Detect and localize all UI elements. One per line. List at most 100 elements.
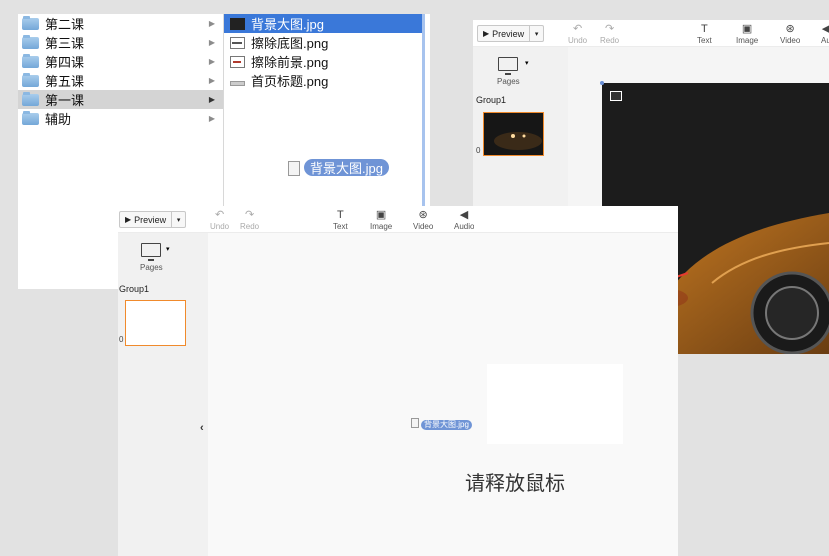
chevron-right-icon: ▶ bbox=[208, 76, 215, 85]
file-icon bbox=[230, 36, 245, 49]
editor-window-front: ▶ Preview ▾ ↶ Undo ↷ Redo T Text ▣ Image ⊛ Vide… bbox=[118, 206, 678, 556]
pages-button[interactable]: Pages bbox=[497, 57, 520, 86]
file-icon bbox=[230, 17, 245, 30]
chevron-down-icon[interactable]: ▾ bbox=[525, 59, 529, 67]
image-icon bbox=[610, 91, 622, 101]
chevron-left-icon[interactable]: ‹ bbox=[200, 422, 204, 434]
audio-label: Audio bbox=[821, 36, 829, 45]
folder-item[interactable]: 辅助 ▶ bbox=[18, 109, 223, 128]
text-tool-button[interactable]: T Text bbox=[697, 23, 712, 45]
preview-label: Preview bbox=[492, 28, 525, 39]
redo-label: Redo bbox=[240, 222, 260, 231]
folder-label: 辅助 bbox=[45, 112, 72, 127]
drag-ghost: 背景大图.jpg bbox=[411, 414, 472, 432]
toolbar: ▶ Preview ▾ ↶ Undo ↷ Redo T Text ▣ Image ⊛ Vide… bbox=[118, 206, 678, 233]
redo-button[interactable]: ↷ Redo bbox=[600, 23, 619, 45]
group-label[interactable]: Group1 bbox=[476, 95, 506, 105]
chevron-down-icon[interactable]: ▾ bbox=[166, 245, 170, 253]
audio-tool-button[interactable]: ◀Audio bbox=[821, 23, 829, 45]
folder-icon bbox=[22, 15, 39, 30]
chevron-right-icon: ▶ bbox=[208, 38, 215, 47]
file-item[interactable]: 首页标题.png bbox=[224, 71, 430, 90]
release-hint-text: 请释放鼠标 bbox=[465, 473, 565, 495]
image-label: Image bbox=[736, 36, 759, 45]
group-label[interactable]: Group1 bbox=[119, 284, 149, 294]
redo-icon: ↷ bbox=[244, 209, 255, 221]
folder-label: 第三课 bbox=[45, 36, 85, 51]
audio-label: Audio bbox=[454, 222, 474, 231]
redo-button[interactable]: ↷ Redo bbox=[240, 209, 259, 231]
chevron-down-icon[interactable]: ▾ bbox=[529, 26, 543, 41]
file-label: 背景大图.jpg bbox=[251, 17, 324, 32]
file-item[interactable]: 擦除前景.png bbox=[224, 52, 430, 71]
audio-icon: ◀ bbox=[821, 23, 829, 35]
page-thumbnail[interactable] bbox=[483, 112, 544, 156]
drag-ghost: 背景大图.jpg bbox=[288, 159, 389, 178]
image-tool-button[interactable]: ▣ Image bbox=[736, 23, 758, 45]
file-icon bbox=[230, 81, 245, 86]
folder-item-selected[interactable]: 第一课 ▶ bbox=[18, 90, 223, 109]
car-thumbnail-image bbox=[484, 113, 543, 155]
drop-target[interactable] bbox=[487, 364, 623, 444]
play-icon: ▶ bbox=[125, 215, 132, 224]
file-label: 首页标题.png bbox=[251, 74, 329, 89]
toolbar: ▶ Preview ▾ ↶ Undo ↷ Redo T Text ▣ Image ⊛ Vide… bbox=[473, 20, 829, 47]
thumb-number: 0 bbox=[476, 146, 481, 155]
image-icon: ▣ bbox=[741, 23, 753, 35]
file-icon bbox=[288, 161, 300, 177]
pages-label: Pages bbox=[140, 263, 163, 272]
folder-label: 第一课 bbox=[45, 93, 85, 108]
pages-label: Pages bbox=[497, 77, 520, 86]
audio-tool-button[interactable]: ◀Audio bbox=[454, 209, 474, 231]
folder-icon bbox=[22, 72, 39, 87]
chevron-right-icon: ▶ bbox=[208, 57, 215, 66]
column-scroll-edge bbox=[422, 14, 425, 219]
text-label: Text bbox=[697, 36, 712, 45]
file-label: 擦除前景.png bbox=[251, 55, 329, 70]
folder-item[interactable]: 第五课 ▶ bbox=[18, 71, 223, 90]
video-label: Video bbox=[413, 222, 434, 231]
folder-icon bbox=[22, 110, 39, 125]
file-item[interactable]: 擦除底图.png bbox=[224, 33, 430, 52]
file-label: 擦除底图.png bbox=[251, 36, 329, 51]
pages-button[interactable]: Pages bbox=[140, 243, 163, 272]
folder-item[interactable]: 第二课 ▶ bbox=[18, 14, 223, 33]
drag-file-label: 背景大图.jpg bbox=[304, 159, 389, 176]
drag-file-label: 背景大图.jpg bbox=[421, 419, 472, 430]
image-label: Image bbox=[370, 222, 393, 231]
file-item-selected[interactable]: 背景大图.jpg bbox=[224, 14, 422, 33]
page-thumbnail[interactable] bbox=[125, 300, 186, 346]
folder-item[interactable]: 第四课 ▶ bbox=[18, 52, 223, 71]
preview-button[interactable]: ▶ Preview ▾ bbox=[119, 211, 187, 228]
video-tool-button[interactable]: ⊛ Video bbox=[780, 23, 800, 45]
undo-label: Undo bbox=[210, 222, 230, 231]
image-tool-button[interactable]: ▣ Image bbox=[370, 209, 392, 231]
text-icon: T bbox=[700, 23, 708, 35]
text-tool-button[interactable]: T Text bbox=[333, 209, 348, 231]
folder-label: 第二课 bbox=[45, 17, 85, 32]
text-icon: T bbox=[336, 209, 344, 221]
undo-button[interactable]: ↶ Undo bbox=[210, 209, 229, 231]
play-icon: ▶ bbox=[483, 29, 490, 38]
chevron-right-icon: ▶ bbox=[208, 114, 215, 123]
preview-button[interactable]: ▶ Preview ▾ bbox=[477, 25, 545, 42]
chevron-down-icon[interactable]: ▾ bbox=[171, 212, 185, 227]
video-icon: ⊛ bbox=[418, 209, 428, 221]
chevron-right-icon: ▶ bbox=[208, 95, 215, 104]
folder-item[interactable]: 第三课 ▶ bbox=[18, 33, 223, 52]
folder-label: 第五课 bbox=[45, 74, 85, 89]
monitor-icon bbox=[141, 243, 162, 261]
video-icon: ⊛ bbox=[785, 23, 795, 35]
chevron-right-icon: ▶ bbox=[208, 19, 215, 28]
video-tool-button[interactable]: ⊛ Video bbox=[413, 209, 433, 231]
folder-icon bbox=[22, 53, 39, 68]
undo-icon: ↶ bbox=[214, 209, 225, 221]
text-label: Text bbox=[333, 222, 348, 231]
monitor-icon bbox=[498, 57, 519, 75]
redo-label: Redo bbox=[600, 36, 620, 45]
preview-label: Preview bbox=[134, 214, 167, 225]
resize-handle[interactable] bbox=[600, 81, 604, 85]
audio-icon: ◀ bbox=[459, 209, 469, 221]
undo-button[interactable]: ↶ Undo bbox=[568, 23, 587, 45]
thumb-number: 0 bbox=[119, 335, 124, 344]
